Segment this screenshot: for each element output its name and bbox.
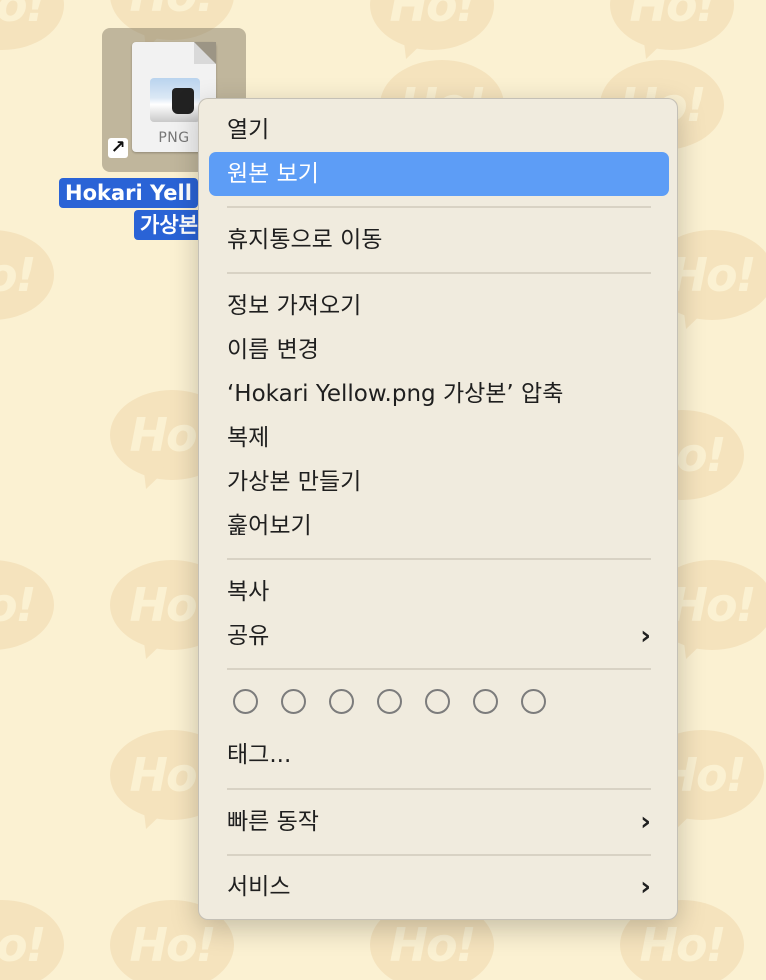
menu-item-duplicate[interactable]: 복제 (209, 416, 669, 460)
menu-separator (227, 788, 651, 790)
menu-separator (227, 272, 651, 274)
chevron-right-icon: › (640, 621, 651, 651)
image-thumbnail (150, 78, 200, 122)
tag-circle[interactable] (329, 689, 354, 714)
menu-item-services[interactable]: 서비스 › (209, 865, 669, 909)
page-fold (194, 42, 216, 64)
menu-item-quick-actions[interactable]: 빠른 동작 › (209, 800, 669, 844)
menu-separator (227, 206, 651, 208)
ho-bubble-pattern: Ho! (0, 900, 64, 980)
file-name-label[interactable]: Hokari Yell (59, 178, 198, 208)
tag-circle[interactable] (521, 689, 546, 714)
menu-item-tags[interactable]: 태그... (209, 733, 669, 777)
menu-item-open[interactable]: 열기 (209, 108, 669, 152)
menu-item-show-original[interactable]: 원본 보기 (209, 152, 669, 196)
tag-circle[interactable] (377, 689, 402, 714)
menu-item-move-to-trash[interactable]: 휴지통으로 이동 (209, 218, 669, 262)
menu-separator (227, 558, 651, 560)
menu-item-get-info[interactable]: 정보 가져오기 (209, 284, 669, 328)
menu-separator (227, 668, 651, 670)
ho-bubble-pattern: Ho! (0, 230, 54, 334)
ho-bubble-pattern: Ho! (610, 0, 734, 64)
alias-arrow-icon: ↗ (108, 138, 128, 158)
menu-item-services-label: 서비스 (227, 874, 291, 900)
ho-bubble-pattern: Ho! (0, 0, 64, 64)
tag-circle[interactable] (281, 689, 306, 714)
menu-separator (227, 854, 651, 856)
chevron-right-icon: › (640, 807, 651, 837)
menu-item-copy[interactable]: 복사 (209, 570, 669, 614)
tag-circle[interactable] (233, 689, 258, 714)
context-menu: 열기 원본 보기 휴지통으로 이동 정보 가져오기 이름 변경 ‘Hokari … (198, 98, 678, 920)
menu-item-compress[interactable]: ‘Hokari Yellow.png 가상본’ 압축 (209, 372, 669, 416)
ho-bubble-pattern: Ho! (370, 0, 494, 64)
tag-circle[interactable] (425, 689, 450, 714)
menu-item-quick-actions-label: 빠른 동작 (227, 809, 319, 835)
menu-item-share-label: 공유 (227, 623, 270, 649)
file-name-label-line2[interactable]: 가상본 (134, 210, 204, 240)
menu-item-quick-look[interactable]: 훑어보기 (209, 504, 669, 548)
tag-circle[interactable] (473, 689, 498, 714)
chevron-right-icon: › (640, 872, 651, 902)
menu-item-share[interactable]: 공유 › (209, 614, 669, 658)
menu-item-make-alias[interactable]: 가상본 만들기 (209, 460, 669, 504)
ho-bubble-pattern: Ho! (0, 560, 54, 664)
menu-item-rename[interactable]: 이름 변경 (209, 328, 669, 372)
